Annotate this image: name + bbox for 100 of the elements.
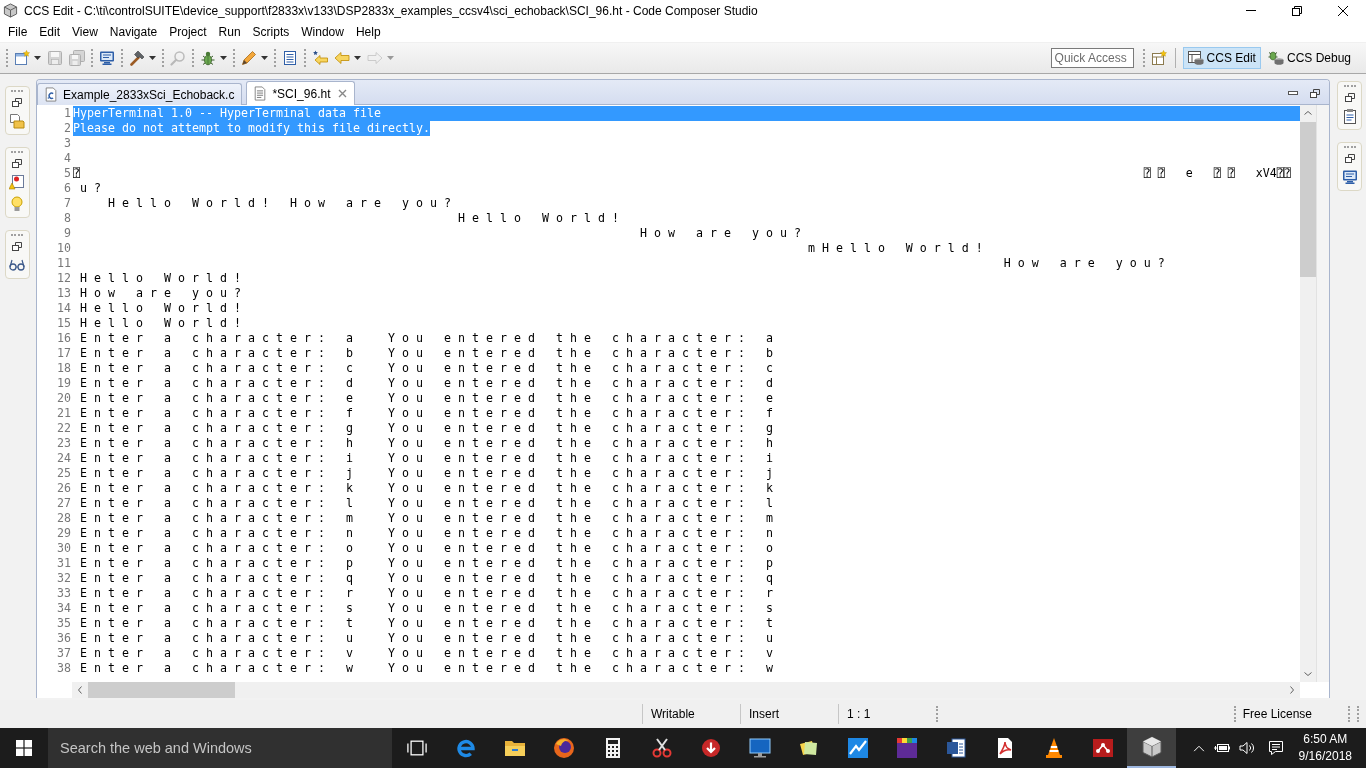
code-text: E n t e r a c h a r a c t e r : j Y o u e n t e r e d t h e c h a r a c t e r : j: [80, 466, 773, 481]
code-text: u ?: [80, 181, 101, 196]
menu-item[interactable]: Edit: [33, 22, 67, 41]
pen-icon[interactable]: [241, 50, 257, 66]
notification-icon[interactable]: [1267, 740, 1284, 756]
line-number: 21: [56, 406, 72, 421]
code-text: H o w a r e y o u ?: [639, 226, 801, 241]
code-text: E n t e r a c h a r a c t e r : q Y o u e n t e r e d t h e c h a r a c t e r : q: [80, 571, 773, 586]
status-field: Writable: [651, 707, 695, 721]
line-number: 19: [56, 376, 72, 391]
lightbulb-icon[interactable]: [9, 196, 25, 212]
dot-warning-icon[interactable]: [9, 174, 25, 190]
code-text: E n t e r a c h a r a c t e r : f Y o u e n t e r e d t h e c h a r a c t e r : f: [80, 406, 773, 421]
editor-tab[interactable]: *SCI_96.ht: [246, 81, 356, 105]
line-number: 28: [56, 511, 72, 526]
menu-item[interactable]: Run: [212, 22, 247, 41]
code-text: E n t e r a c h a r a c t e r : s Y o u e n t e r e d t h e c h a r a c t e r : s: [80, 601, 773, 616]
zigzag-tile-icon: [845, 736, 870, 760]
taskbar-button[interactable]: [1127, 728, 1176, 768]
line-number: 15: [56, 316, 72, 331]
menu-item[interactable]: Help: [349, 22, 387, 41]
menu-item[interactable]: View: [66, 22, 104, 41]
hammer-icon[interactable]: [129, 50, 145, 66]
line-number: 37: [56, 646, 72, 661]
code-text: E n t e r a c h a r a c t e r : m Y o u e n t e r e d t h e c h a r a c t e r : m: [80, 511, 773, 526]
menu-item[interactable]: File: [2, 22, 34, 41]
close-icon[interactable]: [1338, 5, 1348, 16]
restore-icon[interactable]: [1344, 93, 1355, 102]
vertical-scrollbar[interactable]: [1300, 105, 1316, 682]
folder-document-icon[interactable]: [9, 113, 25, 129]
caret-icon[interactable]: [149, 56, 156, 60]
perspective-button[interactable]: CCS Edit: [1182, 47, 1261, 69]
line-number: 18: [56, 361, 72, 376]
perspective-button[interactable]: CCS Debug: [1262, 47, 1356, 69]
restore-icon[interactable]: [12, 159, 22, 168]
menu-item[interactable]: Project: [163, 22, 213, 41]
monitor-icon[interactable]: [1341, 169, 1358, 185]
caret-icon[interactable]: [34, 56, 41, 60]
line-number: 14: [56, 301, 72, 316]
horizontal-scrollbar[interactable]: [72, 682, 1300, 698]
cube-icon: [3, 3, 18, 18]
bug-icon[interactable]: [200, 50, 216, 66]
code-text: E n t e r a c h a r a c t e r : d Y o u e n t e r e d t h e c h a r a c t e r : d: [80, 376, 773, 391]
chevron-left-icon[interactable]: [78, 686, 82, 694]
restore-icon[interactable]: [12, 98, 22, 107]
code-text: E n t e r a c h a r a c t e r : a Y o u e n t e r e d t h e c h a r a c t e r : a: [80, 331, 773, 346]
line-number: 34: [56, 601, 72, 616]
status-field: Free License: [1242, 707, 1312, 721]
restore-icon[interactable]: [1292, 5, 1302, 16]
clipboard-icon[interactable]: [1341, 108, 1358, 124]
glasses-icon[interactable]: [9, 257, 25, 273]
caret-icon[interactable]: [354, 56, 361, 60]
line-number: 13: [56, 286, 72, 301]
code-text: E n t e r a c h a r a c t e r : c Y o u e n t e r e d t h e c h a r a c t e r : c: [80, 361, 773, 376]
list-icon[interactable]: [282, 50, 298, 66]
menu-item[interactable]: Window: [295, 22, 350, 41]
line-number: 2: [63, 121, 72, 136]
menu-item[interactable]: Navigate: [103, 22, 164, 41]
monitor-icon[interactable]: [99, 50, 115, 66]
new-window-icon[interactable]: [14, 50, 30, 66]
task-view-icon[interactable]: [405, 738, 428, 758]
chevron-down-icon[interactable]: [1304, 672, 1312, 676]
menu-item[interactable]: Scripts: [246, 22, 296, 41]
line-number: 23: [56, 436, 72, 451]
scrollbar-thumb[interactable]: [88, 682, 235, 698]
restore-icon[interactable]: [12, 242, 22, 251]
scrollbar-thumb[interactable]: [1300, 122, 1316, 277]
search-field[interactable]: Search the web and Windows: [48, 728, 392, 768]
code-text: H e l l o W o r l d !: [80, 316, 241, 331]
restore-icon[interactable]: [1344, 154, 1355, 163]
minimize-icon[interactable]: [1288, 91, 1298, 95]
code-text: E n t e r a c h a r a c t e r : n Y o u e n t e r e d t h e c h a r a c t e r : n: [80, 526, 773, 541]
line-number: 31: [56, 556, 72, 571]
line-number: 5: [63, 166, 72, 181]
code-text: E n t e r a c h a r a c t e r : t Y o u e n t e r e d t h e c h a r a c t e r : t: [80, 616, 773, 631]
speaker-icon[interactable]: [1238, 740, 1255, 756]
line-number: 10: [56, 241, 72, 256]
line-number: 17: [56, 346, 72, 361]
windows-logo-icon: [16, 740, 32, 756]
source-file-icon: [44, 87, 58, 102]
quick-access-field[interactable]: Quick Access: [1050, 48, 1134, 68]
caret-icon[interactable]: [220, 56, 227, 60]
code-text: HyperTerminal 1.0 -- HyperTerminal data file: [73, 106, 1300, 121]
line-number: 33: [56, 586, 72, 601]
caret-icon[interactable]: [261, 56, 268, 60]
code-text: E n t e r a c h a r a c t e r : o Y o u e n t e r e d t h e c h a r a c t e r : o: [80, 541, 773, 556]
code-text: E n t e r a c h a r a c t e r : g Y o u e n t e r e d t h e c h a r a c t e r : g: [80, 421, 773, 436]
restore-icon[interactable]: [1310, 88, 1320, 98]
chevron-right-icon[interactable]: [1290, 686, 1294, 694]
line-number: 27: [56, 496, 72, 511]
code-text: H e l l o W o r l d !: [80, 271, 241, 286]
editor-tab[interactable]: Example_2833xSci_Echoback.c: [37, 83, 243, 105]
line-number: 25: [56, 466, 72, 481]
arrow-left-star-icon[interactable]: [312, 50, 328, 66]
monitor-icon: [747, 736, 772, 760]
dots-tile-icon: [1090, 736, 1115, 760]
line-number: 29: [56, 526, 72, 541]
line-number: 12: [56, 271, 72, 286]
line-number: 20: [56, 391, 72, 406]
code-text: H o w a r e y o u ?: [1003, 256, 1165, 271]
